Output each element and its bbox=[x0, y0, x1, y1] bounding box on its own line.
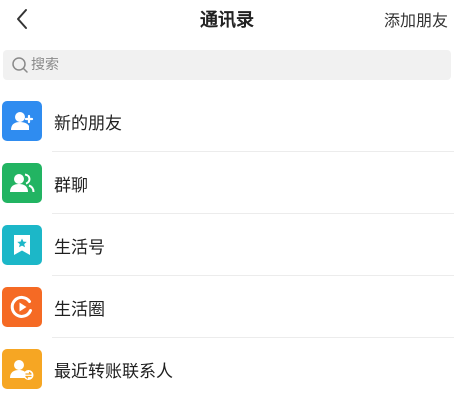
top-bar: 通讯录 添加朋友 bbox=[0, 0, 454, 40]
add-person-icon bbox=[2, 101, 42, 141]
group-icon bbox=[2, 163, 42, 203]
search-box[interactable] bbox=[3, 50, 451, 80]
chevron-left-icon bbox=[17, 9, 27, 29]
add-friend-button[interactable]: 添加朋友 bbox=[384, 0, 448, 38]
list-item-label: 最近转账联系人 bbox=[54, 361, 173, 382]
list-item-label: 生活号 bbox=[54, 237, 105, 258]
star-bookmark-icon bbox=[2, 225, 42, 265]
list-item-life-accounts[interactable]: 生活号 bbox=[0, 214, 454, 276]
list-item-label: 生活圈 bbox=[54, 299, 105, 320]
list-item-group-chats[interactable]: 群聊 bbox=[0, 152, 454, 214]
play-circle-icon bbox=[2, 287, 42, 327]
contact-list: 新的朋友 群聊 生活号 生活圈 最近转账联系人 bbox=[0, 90, 454, 400]
list-item-label: 群聊 bbox=[54, 175, 88, 196]
list-item-life-circle[interactable]: 生活圈 bbox=[0, 276, 454, 338]
list-item-recent-transfers[interactable]: 最近转账联系人 bbox=[0, 338, 454, 400]
search-icon bbox=[11, 56, 29, 74]
list-item-label: 新的朋友 bbox=[54, 113, 122, 134]
back-button[interactable] bbox=[4, 0, 40, 38]
list-item-new-friends[interactable]: 新的朋友 bbox=[0, 90, 454, 152]
search-input[interactable] bbox=[31, 57, 411, 73]
transfer-person-icon bbox=[2, 349, 42, 389]
search-bar bbox=[0, 40, 454, 82]
